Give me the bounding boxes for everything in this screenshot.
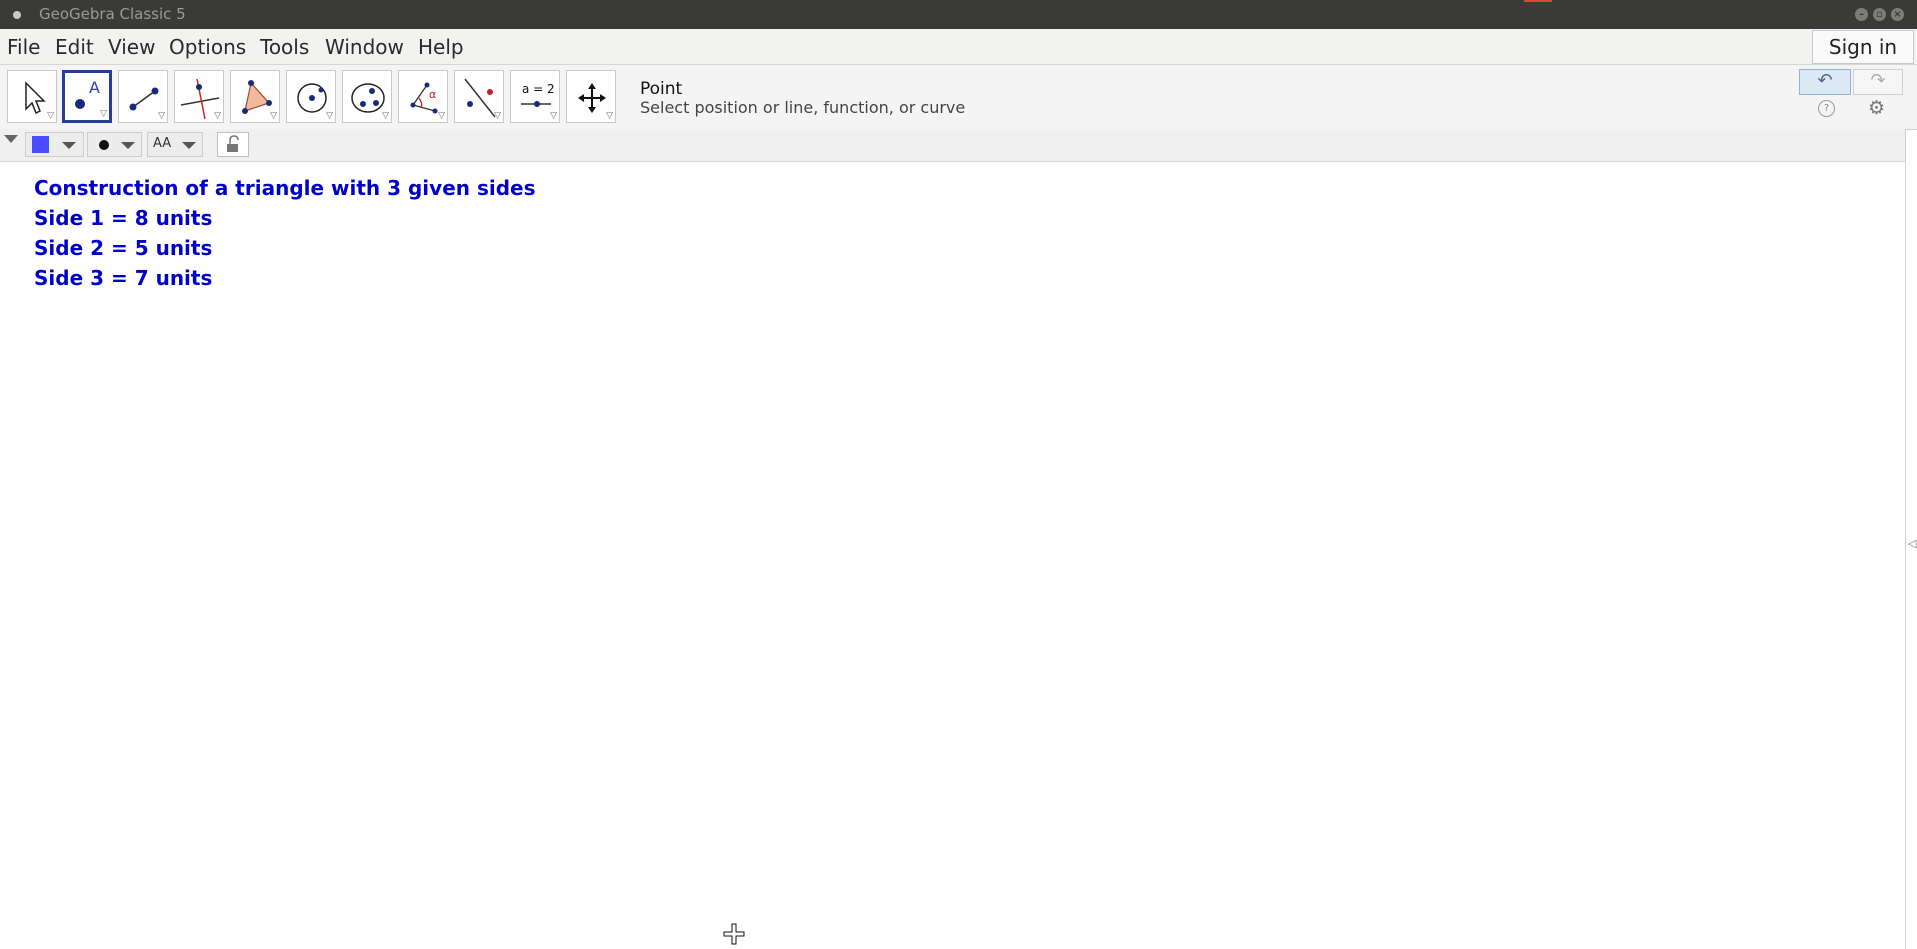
menu-options[interactable]: Options [169, 35, 246, 59]
menu-window[interactable]: Window [325, 35, 404, 59]
point-style-icon [99, 140, 109, 150]
menu-view[interactable]: View [108, 35, 155, 59]
sign-in-button[interactable]: Sign in [1812, 30, 1914, 64]
lock-button[interactable] [217, 132, 249, 157]
perpendicular-line-tool[interactable]: ▽ [174, 70, 224, 123]
chevron-down-icon [62, 142, 76, 149]
point-style-dropdown[interactable] [87, 132, 142, 157]
svg-text:A: A [89, 78, 100, 97]
help-icon[interactable]: ? [1818, 100, 1835, 117]
conic-tool[interactable]: ▽ [342, 70, 392, 123]
polygon-tool[interactable]: ▽ [230, 70, 280, 123]
redo-icon: ↷ [1870, 70, 1886, 91]
close-icon[interactable]: × [1891, 8, 1904, 21]
crosshair-cursor-icon [723, 923, 745, 945]
menu-help[interactable]: Help [418, 35, 464, 59]
angle-tool[interactable]: α ▽ [398, 70, 448, 123]
menu-bar: File Edit View Options Tools Window Help… [0, 29, 1917, 65]
gear-icon[interactable]: ⚙ [1868, 97, 1885, 119]
text-side-1[interactable]: Side 1 = 8 units [34, 206, 212, 230]
point-tool[interactable]: A ▽ [62, 70, 112, 123]
text-size-dropdown[interactable]: AA [147, 132, 203, 157]
circle-tool[interactable]: ▽ [286, 70, 336, 123]
collapse-panel-icon[interactable]: ◁ [1908, 537, 1916, 550]
menu-file[interactable]: File [7, 35, 40, 59]
lock-icon [227, 135, 239, 152]
panel-divider[interactable] [1905, 129, 1906, 949]
toolbar: ▽ A ▽ ▽ ▽ ▽ ▽ ▽ α ▽ ▽ a = 2 ▽ ▽ Point Se… [0, 65, 1917, 130]
current-tool-help: Select position or line, function, or cu… [640, 98, 966, 117]
svg-text:α: α [429, 88, 436, 101]
title-accent [1524, 0, 1552, 2]
title-bar: GeoGebra Classic 5 – ▫ × [0, 0, 1917, 29]
chevron-down-icon [182, 142, 196, 149]
color-swatch [32, 136, 49, 153]
text-side-2[interactable]: Side 2 = 5 units [34, 236, 212, 260]
text-side-3[interactable]: Side 3 = 7 units [34, 266, 212, 290]
color-dropdown[interactable] [25, 132, 84, 157]
chevron-down-icon [121, 142, 135, 149]
text-heading[interactable]: Construction of a triangle with 3 given … [34, 176, 536, 200]
segment-tool[interactable]: ▽ [118, 70, 168, 123]
redo-button[interactable]: ↷ [1853, 69, 1903, 95]
undo-icon: ↶ [1817, 70, 1833, 91]
minimize-icon[interactable]: – [1855, 8, 1868, 21]
move-tool[interactable]: ▽ [7, 70, 57, 123]
maximize-icon[interactable]: ▫ [1873, 8, 1886, 21]
style-bar: AA [0, 129, 1906, 162]
style-bar-toggle-icon[interactable] [4, 135, 18, 143]
svg-text:a = 2: a = 2 [522, 82, 555, 96]
window-title: GeoGebra Classic 5 [39, 5, 186, 23]
reflect-tool[interactable]: ▽ [454, 70, 504, 123]
current-tool-name: Point [640, 79, 683, 99]
graphics-view[interactable]: Construction of a triangle with 3 given … [0, 162, 1905, 949]
move-graphics-view-tool[interactable]: ▽ [566, 70, 616, 123]
slider-tool[interactable]: a = 2 ▽ [510, 70, 560, 123]
menu-edit[interactable]: Edit [55, 35, 94, 59]
menu-tools[interactable]: Tools [260, 35, 309, 59]
app-icon [13, 11, 21, 19]
undo-button[interactable]: ↶ [1799, 69, 1851, 95]
text-size-label: AA [153, 136, 172, 151]
